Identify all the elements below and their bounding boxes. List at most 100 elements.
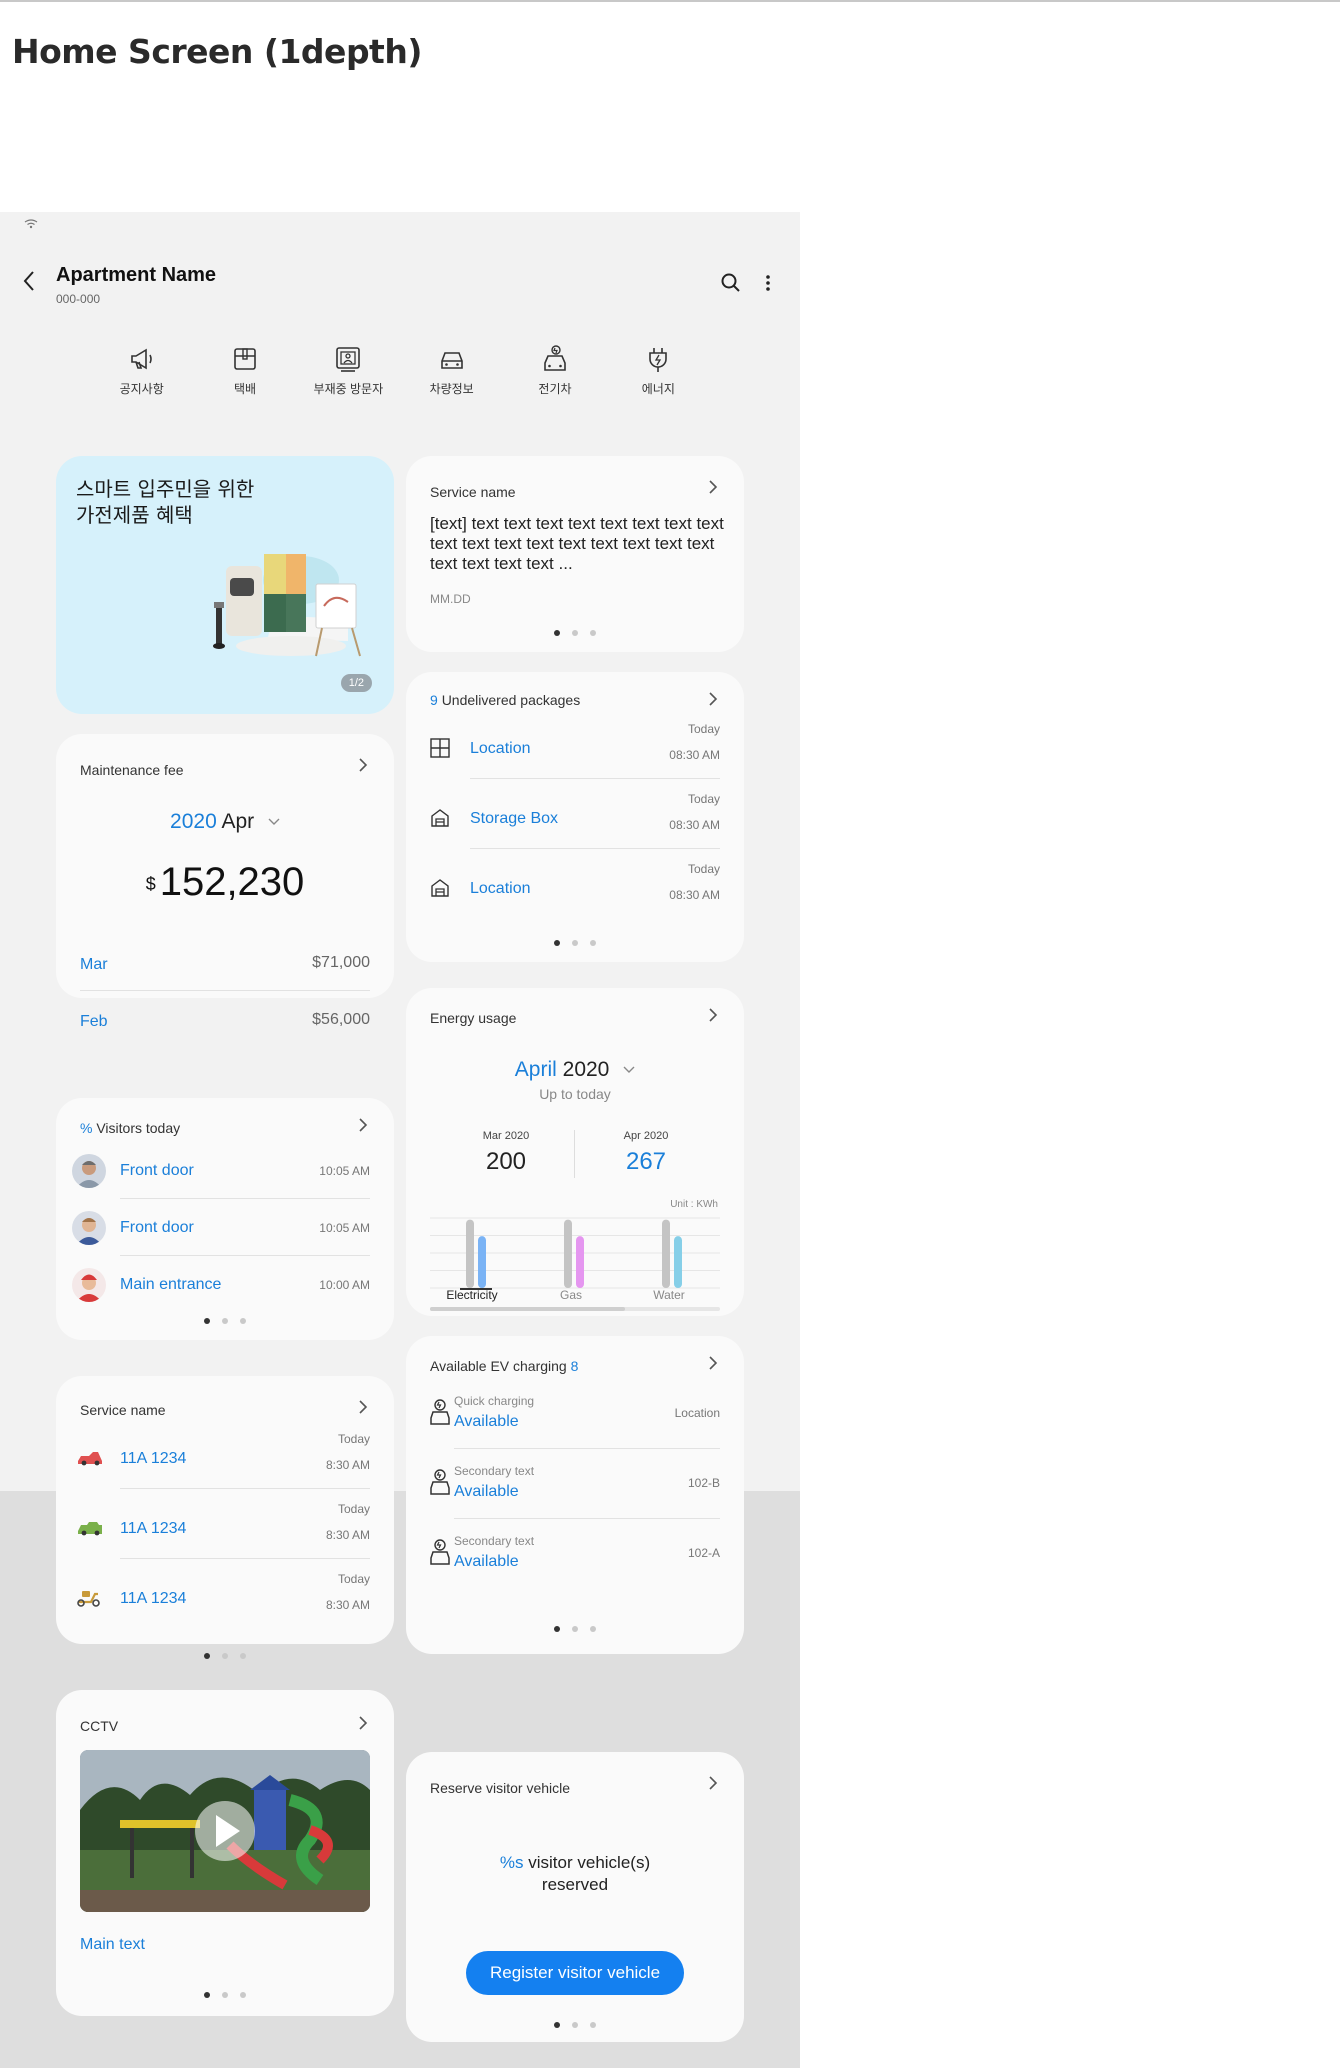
register-visitor-vehicle-button[interactable]: Register visitor vehicle	[466, 1951, 684, 1995]
chevron-right-icon[interactable]	[708, 1354, 722, 1374]
scrollbar-thumb[interactable]	[430, 1307, 625, 1311]
card-title: 9 Undelivered packages	[430, 692, 580, 708]
apartment-code: 000-000	[56, 292, 101, 306]
package-day: Today	[687, 792, 720, 806]
back-icon[interactable]	[22, 270, 42, 298]
chevron-right-icon[interactable]	[708, 1774, 722, 1794]
chevron-right-icon[interactable]	[708, 478, 722, 498]
shortcut-label: 공지사항	[119, 382, 164, 396]
more-options-icon[interactable]	[758, 272, 778, 294]
ev-car-icon	[544, 345, 566, 371]
visitor-location[interactable]: Main entrance	[120, 1276, 221, 1294]
card-title: % Visitors today	[80, 1120, 180, 1136]
reserve-visitor-card[interactable]: Reserve visitor vehicle %s visitor vehic…	[406, 1752, 744, 2042]
ev-charging-card[interactable]: Available EV charging 8 Quick charging A…	[406, 1336, 744, 1654]
promo-line-2: 가전제품 혜택	[76, 503, 193, 527]
ev-title: Available EV charging	[430, 1358, 567, 1374]
divider	[454, 1518, 720, 1519]
chevron-right-icon[interactable]	[358, 1398, 372, 1418]
package-time: 08:30 AM	[669, 888, 720, 902]
energy-month-selector[interactable]: April 2020	[406, 1058, 744, 1082]
divider	[470, 778, 720, 779]
energy-unit: Unit : KWh	[670, 1199, 718, 1210]
energy-curr-value: 267	[625, 1148, 667, 1175]
visitor-location[interactable]: Front door	[120, 1219, 194, 1237]
shortcut-label: 에너지	[641, 382, 675, 396]
packages-card[interactable]: 9 Undelivered packages Location Today 08…	[406, 672, 744, 962]
fee-row-label[interactable]: Feb	[80, 1013, 108, 1031]
energy-category-label[interactable]: Water	[629, 1288, 709, 1302]
visitor-location[interactable]: Front door	[120, 1162, 194, 1180]
divider	[120, 1255, 370, 1256]
package-day: Today	[687, 722, 720, 736]
energy-category-label[interactable]: Gas	[531, 1288, 611, 1302]
tablet-screen: Apartment Name 000-000 공지사항 택배 부재중 방문자 차…	[0, 212, 800, 2068]
energy-prev-label: Mar 2020	[482, 1130, 530, 1142]
ev-status[interactable]: Available	[454, 1413, 519, 1431]
ev-status[interactable]: Available	[454, 1483, 519, 1501]
storage-icon	[431, 809, 449, 827]
chevron-down-icon	[623, 1066, 635, 1074]
vehicle-plate[interactable]: 11A 1234	[120, 1590, 186, 1608]
shortcut-notice[interactable]: 공지사항	[90, 344, 193, 414]
ev-status[interactable]: Available	[454, 1553, 519, 1571]
energy-bar-curr-electricity	[478, 1236, 486, 1288]
energy-year: 2020	[562, 1058, 610, 1081]
search-icon[interactable]	[720, 272, 742, 294]
shortcut-label: 전기차	[538, 382, 572, 396]
visitor-time: 10:05 AM	[319, 1221, 370, 1235]
divider	[470, 848, 720, 849]
shortcut-car[interactable]: 차량정보	[400, 344, 503, 414]
chevron-right-icon[interactable]	[358, 1116, 372, 1136]
energy-bar-chart	[430, 1217, 720, 1290]
shortcut-bar: 공지사항 택배 부재중 방문자 차량정보 전기차 에너지	[90, 344, 710, 414]
horizontal-scrollbar[interactable]	[430, 1307, 720, 1311]
chevron-right-icon[interactable]	[358, 1714, 372, 1734]
package-time: 08:30 AM	[669, 748, 720, 762]
shortcut-package[interactable]: 택배	[193, 344, 296, 414]
vehicle-plate[interactable]: 11A 1234	[120, 1520, 186, 1538]
energy-category-label[interactable]: Electricity	[432, 1288, 512, 1302]
vehicle-plate[interactable]: 11A 1234	[120, 1450, 186, 1468]
chevron-down-icon	[268, 818, 280, 826]
fee-month: Apr	[221, 810, 255, 833]
promo-banner-card[interactable]: 스마트 입주민을 위한 가전제품 혜택 1/2	[56, 456, 394, 714]
divider	[120, 1488, 370, 1489]
megaphone-icon	[130, 348, 152, 370]
cctv-card[interactable]: CCTV Main text	[56, 1690, 394, 2016]
divider	[574, 1130, 575, 1178]
shortcut-label: 부재중 방문자	[313, 382, 384, 396]
cctv-video-thumbnail[interactable]	[80, 1750, 370, 1912]
shortcut-energy[interactable]: 에너지	[607, 344, 710, 414]
energy-bar-prev-water	[662, 1219, 670, 1288]
divider	[120, 1198, 370, 1199]
vehicle-time: 8:30 AM	[325, 1528, 370, 1542]
notice-card[interactable]: Service name [text] text text text text …	[406, 456, 744, 652]
card-title: CCTV	[80, 1718, 119, 1734]
shortcut-visitor[interactable]: 부재중 방문자	[297, 344, 400, 414]
fee-month-selector[interactable]: 2020 Apr	[56, 810, 394, 834]
card-title: Service name	[430, 484, 516, 500]
visitors-card[interactable]: % Visitors today Front door 10:05 AM Fro…	[56, 1098, 394, 1340]
fee-currency: $	[145, 873, 156, 894]
shortcut-ev[interactable]: 전기차	[503, 344, 606, 414]
page-indicator	[56, 1992, 394, 1998]
appliances-illustration	[213, 554, 361, 657]
promo-line-1: 스마트 입주민을 위한	[76, 477, 255, 501]
chevron-right-icon[interactable]	[358, 756, 372, 776]
energy-usage-card[interactable]: Energy usage April 2020 Up to today Mar …	[406, 988, 744, 1316]
ev-secondary-text: Secondary text	[454, 1464, 535, 1478]
visitors-title: Visitors today	[96, 1120, 181, 1136]
chevron-right-icon[interactable]	[708, 690, 722, 710]
chevron-right-icon[interactable]	[708, 1006, 722, 1026]
ev-count: 8	[570, 1358, 579, 1374]
fee-year: 2020	[170, 810, 217, 833]
notice-body: [text] text text text text text text tex…	[430, 514, 724, 573]
vehicle-card[interactable]: Service name 11A 1234 Today 8:30 AM 11A …	[56, 1376, 394, 1644]
energy-month: April	[514, 1058, 557, 1081]
maintenance-fee-card[interactable]: Maintenance fee 2020 Apr $152,230 Mar $7…	[56, 734, 394, 998]
cctv-main-text[interactable]: Main text	[80, 1936, 145, 1954]
card-title: Available EV charging 8	[430, 1358, 578, 1374]
page-indicator	[56, 1653, 394, 1659]
fee-row-value: $56,000	[312, 1011, 370, 1028]
